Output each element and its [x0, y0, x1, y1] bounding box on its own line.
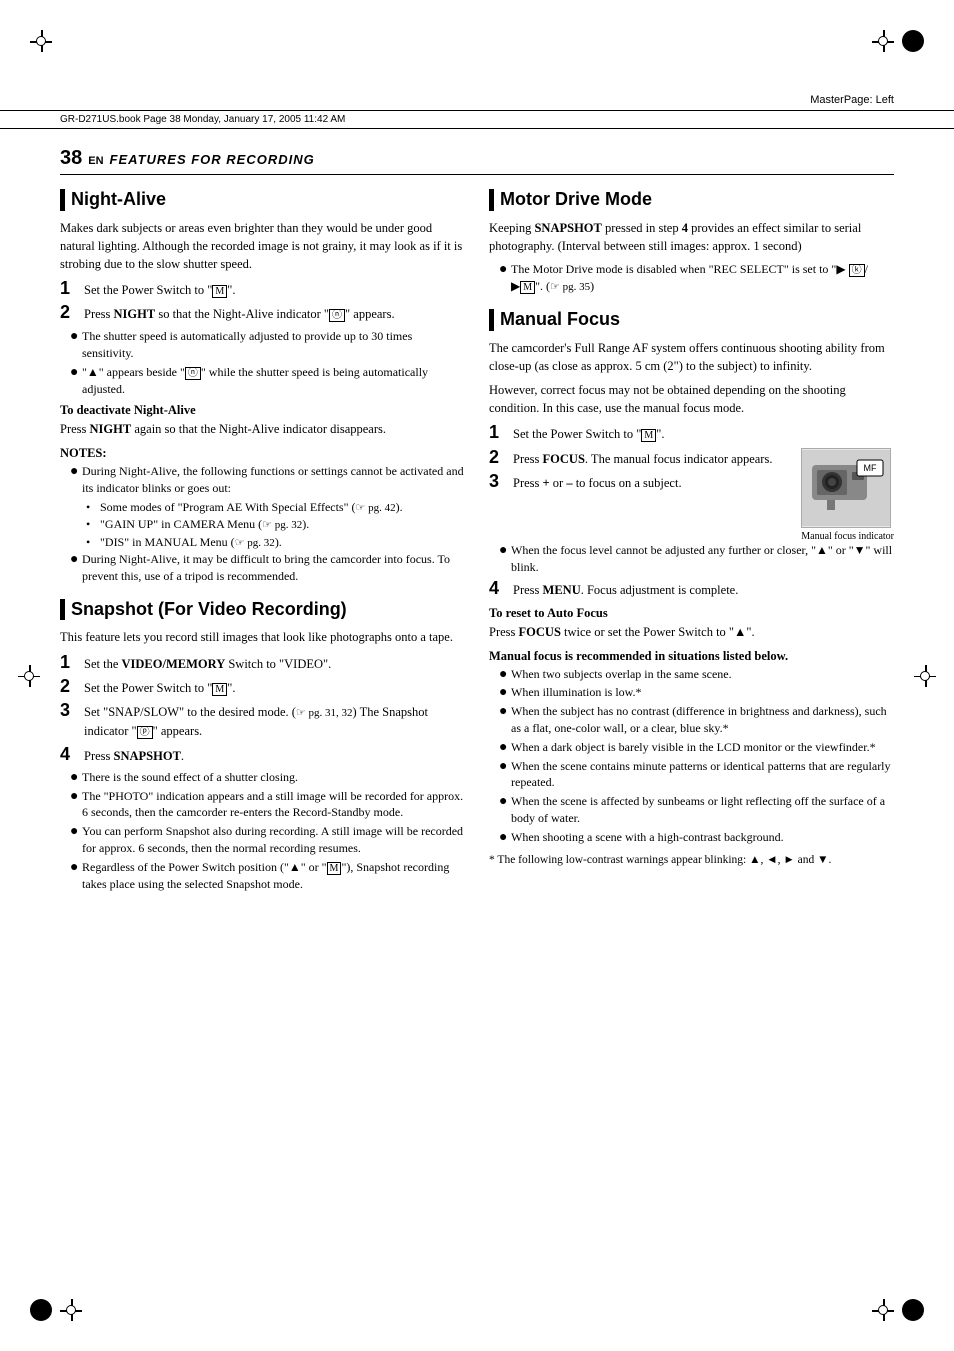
snapshot-step3: 3 Set "SNAP/SLOW" to the desired mode. (… [60, 701, 465, 740]
bottom-area [0, 917, 954, 997]
snapshot-step4-text: Press SNAPSHOT. [84, 747, 465, 765]
snapshot-step1: 1 Set the VIDEO/MEMORY Switch to "VIDEO"… [60, 653, 465, 673]
mf-image-container: MF Manual focus indicator [801, 448, 894, 542]
bullet-item: ● The Motor Drive mode is disabled when … [499, 261, 894, 295]
motor-drive-bullets: ● The Motor Drive mode is disabled when … [499, 261, 894, 295]
night-alive-heading: Night-Alive [60, 189, 465, 211]
mf-image-caption: Manual focus indicator [801, 531, 894, 542]
mf-step1: 1 Set the Power Switch to "M". [489, 423, 894, 444]
bullet-item: ● When a dark object is barely visible i… [499, 739, 894, 756]
manual-focus-section: Manual Focus The camcorder's Full Range … [489, 309, 894, 868]
corner-mark-br [872, 1299, 924, 1321]
sub-bullet-item: • "DIS" in MANUAL Menu (☞ pg. 32). [86, 534, 465, 551]
crosshair-br [872, 1299, 894, 1321]
manual-focus-steps: 1 Set the Power Switch to "M". 2 Press F… [489, 423, 894, 599]
manual-focus-heading: Manual Focus [489, 309, 894, 331]
section-header: 38 EN FEATURES FOR RECORDING [60, 147, 894, 175]
motor-drive-intro: Keeping SNAPSHOT pressed in step 4 provi… [489, 219, 894, 255]
mid-mark-left [18, 665, 40, 687]
manual-focus-svg: MF [802, 450, 890, 526]
notes-heading: NOTES: [60, 446, 465, 461]
snapshot-intro: This feature lets you record still image… [60, 628, 465, 646]
bullet-item: ● When illumination is low.* [499, 684, 894, 701]
night-alive-step2: 2 Press NIGHT so that the Night-Alive in… [60, 303, 465, 324]
mf-step4-text: Press MENU. Focus adjustment is complete… [513, 581, 894, 599]
snapshot-step2: 2 Set the Power Switch to "M". [60, 677, 465, 698]
section-title: FEATURES FOR RECORDING [110, 152, 315, 167]
page-number-en: EN [88, 155, 103, 167]
bullet-item: ● When the scene contains minute pattern… [499, 758, 894, 792]
bullet-item: ● Regardless of the Power Switch positio… [70, 859, 465, 893]
page: MasterPage: Left GR-D271US.book Page 38 … [0, 0, 954, 1351]
night-alive-intro: Makes dark subjects or areas even bright… [60, 219, 465, 273]
mf-step1-text: Set the Power Switch to "M". [513, 425, 894, 444]
svg-text:MF: MF [864, 463, 877, 473]
mf-step3-text: Press + or – to focus on a subject. [513, 474, 791, 492]
page-number: 38 [60, 147, 82, 170]
corner-mark-bl [30, 1299, 82, 1321]
motor-drive-heading: Motor Drive Mode [489, 189, 894, 211]
manual-focus-intro2: However, correct focus may not be obtain… [489, 381, 894, 417]
night-alive-step2-text: Press NIGHT so that the Night-Alive indi… [84, 305, 465, 324]
main-content: 38 EN FEATURES FOR RECORDING Night-Alive … [0, 129, 954, 917]
right-column: Motor Drive Mode Keeping SNAPSHOT presse… [489, 189, 894, 897]
bullet-item: ● "▲" appears beside "ⓝ" while the shutt… [70, 364, 465, 398]
bullet-item: ● The shutter speed is automatically adj… [70, 328, 465, 362]
night-alive-step1: 1 Set the Power Switch to "M". [60, 279, 465, 300]
bullet-item: ● There is the sound effect of a shutter… [70, 769, 465, 786]
black-circle-bl [30, 1299, 52, 1321]
mf-steps-text: 2 Press FOCUS. The manual focus indicato… [489, 448, 791, 496]
footnote: * The following low-contrast warnings ap… [489, 852, 894, 869]
two-column-layout: Night-Alive Makes dark subjects or areas… [60, 189, 894, 897]
mf-step4: 4 Press MENU. Focus adjustment is comple… [489, 579, 894, 599]
crosshair-bl [60, 1299, 82, 1321]
bullet-item: ● The "PHOTO" indication appears and a s… [70, 788, 465, 822]
header-bar: GR-D271US.book Page 38 Monday, January 1… [0, 110, 954, 129]
mf-step2-and-image: 2 Press FOCUS. The manual focus indicato… [489, 448, 894, 542]
bullet-item: ● You can perform Snapshot also during r… [70, 823, 465, 857]
bullet-item: ● When the subject has no contrast (diff… [499, 703, 894, 737]
manual-focus-intro: The camcorder's Full Range AF system off… [489, 339, 894, 375]
snapshot-section: Snapshot (For Video Recording) This feat… [60, 599, 465, 893]
note-item-2: ● During Night-Alive, it may be difficul… [70, 551, 465, 585]
mf-step2: 2 Press FOCUS. The manual focus indicato… [489, 448, 791, 468]
crosshair-mid-right [914, 665, 936, 687]
night-alive-section: Night-Alive Makes dark subjects or areas… [60, 189, 465, 585]
note-item-1: ● During Night-Alive, the following func… [70, 463, 465, 497]
sub-bullet-item: • "GAIN UP" in CAMERA Menu (☞ pg. 32). [86, 516, 465, 533]
bullet-item: ● When the focus level cannot be adjuste… [499, 542, 894, 576]
manual-focus-image: MF [801, 448, 891, 528]
night-alive-bullets: ● The shutter speed is automatically adj… [70, 328, 465, 397]
motor-drive-section: Motor Drive Mode Keeping SNAPSHOT presse… [489, 189, 894, 295]
recommended-bullets: ● When two subjects overlap in the same … [499, 666, 894, 846]
night-alive-step1-text: Set the Power Switch to "M". [84, 281, 465, 300]
mf-step2-text: Press FOCUS. The manual focus indicator … [513, 450, 791, 468]
top-margin: MasterPage: Left [0, 0, 954, 110]
left-column: Night-Alive Makes dark subjects or areas… [60, 189, 465, 897]
snapshot-step2-text: Set the Power Switch to "M". [84, 679, 465, 698]
reset-af-text: Press FOCUS twice or set the Power Switc… [489, 623, 894, 641]
masterpage-label: MasterPage: Left [810, 94, 894, 106]
notes-list: ● During Night-Alive, the following func… [70, 463, 465, 584]
bullet-item: ● When two subjects overlap in the same … [499, 666, 894, 683]
snapshot-step1-text: Set the VIDEO/MEMORY Switch to "VIDEO". [84, 655, 465, 673]
reset-af-heading: To reset to Auto Focus [489, 606, 894, 621]
deactivate-text: Press NIGHT again so that the Night-Aliv… [60, 420, 465, 438]
sub-bullet-item: • Some modes of "Program AE With Special… [86, 499, 465, 516]
snapshot-step3-text: Set "SNAP/SLOW" to the desired mode. (☞ … [84, 703, 465, 740]
mid-mark-right [914, 665, 936, 687]
snapshot-heading: Snapshot (For Video Recording) [60, 599, 465, 621]
mf-step3-bullets: ● When the focus level cannot be adjuste… [499, 542, 894, 576]
crosshair-mid-left [18, 665, 40, 687]
note-subbullets: • Some modes of "Program AE With Special… [86, 499, 465, 551]
mf-step3: 3 Press + or – to focus on a subject. [489, 472, 791, 492]
recommended-heading: Manual focus is recommended in situation… [489, 649, 894, 664]
bullet-item: ● When the scene is affected by sunbeams… [499, 793, 894, 827]
header-bar-text: GR-D271US.book Page 38 Monday, January 1… [60, 114, 345, 125]
snapshot-bullets: ● There is the sound effect of a shutter… [70, 769, 465, 893]
snapshot-step4: 4 Press SNAPSHOT. [60, 745, 465, 765]
black-circle-br [902, 1299, 924, 1321]
bullet-item: ● When shooting a scene with a high-cont… [499, 829, 894, 846]
deactivate-heading: To deactivate Night-Alive [60, 403, 465, 418]
